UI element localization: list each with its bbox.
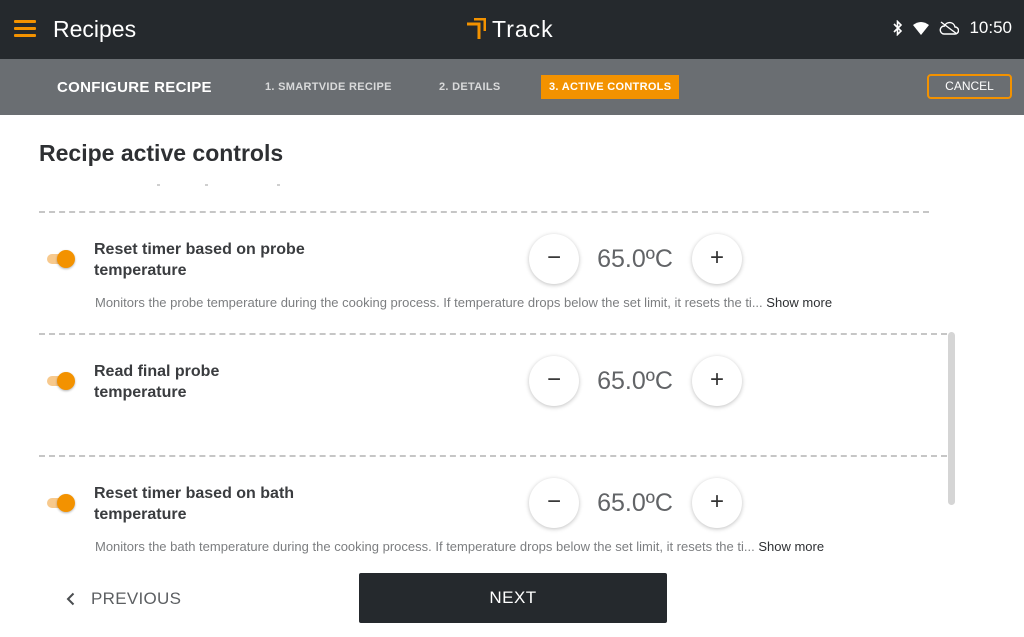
track-logo-icon <box>467 18 486 39</box>
decrease-button[interactable]: − <box>529 478 579 528</box>
step-active-controls[interactable]: 3. ACTIVE CONTROLS <box>541 75 680 99</box>
control-description: Monitors the bath temperature during the… <box>95 539 824 554</box>
control-title: Reset timer based on probe temperature <box>94 241 305 279</box>
divider <box>39 333 947 335</box>
increase-button[interactable]: + <box>692 356 742 406</box>
description-text: Monitors the probe temperature during th… <box>95 295 763 310</box>
control-title: Read final probe temperature <box>94 363 220 401</box>
next-button[interactable]: NEXT <box>359 573 667 623</box>
step-smartvide-recipe[interactable]: 1. SMARTVIDE RECIPE <box>257 75 400 99</box>
clock: 10:50 <box>969 18 1012 37</box>
show-more-link[interactable]: Show more <box>766 295 832 310</box>
step-bar: CONFIGURE RECIPE 1. SMARTVIDE RECIPE 2. … <box>0 59 1024 115</box>
previous-button[interactable]: PREVIOUS <box>66 586 181 612</box>
temperature-value: 65.0ºC <box>597 367 673 395</box>
toggle-read-final-probe[interactable] <box>47 371 77 391</box>
cloud-off-icon <box>940 21 960 35</box>
description-text: Monitors the bath temperature during the… <box>95 539 755 554</box>
show-more-link[interactable]: Show more <box>758 539 824 554</box>
step-details[interactable]: 2. DETAILS <box>431 75 508 99</box>
faint-divider-remnant <box>155 184 285 186</box>
temperature-value: 65.0ºC <box>597 245 673 273</box>
divider <box>39 211 929 213</box>
toggle-reset-timer-bath[interactable] <box>47 493 77 513</box>
increase-button[interactable]: + <box>692 234 742 284</box>
app-bar: Recipes Track 10:50 <box>0 0 1024 59</box>
toggle-reset-timer-probe[interactable] <box>47 249 77 269</box>
divider <box>39 455 947 457</box>
brand-name: Track <box>492 15 554 42</box>
decrease-button[interactable]: − <box>529 356 579 406</box>
temperature-value: 65.0ºC <box>597 489 673 517</box>
bluetooth-icon <box>893 20 903 36</box>
increase-button[interactable]: + <box>692 478 742 528</box>
menu-icon[interactable] <box>14 19 36 39</box>
cancel-button[interactable]: CANCEL <box>927 74 1012 99</box>
wifi-icon <box>913 21 930 35</box>
status-bar: 10:50 <box>893 18 1012 38</box>
previous-label: PREVIOUS <box>91 589 182 608</box>
decrease-button[interactable]: − <box>529 234 579 284</box>
page-title: Recipe active controls <box>39 140 284 166</box>
brand-logo: Track <box>466 14 554 44</box>
control-title: Reset timer based on bath temperature <box>94 485 295 523</box>
app-title: Recipes <box>53 16 137 42</box>
control-description: Monitors the probe temperature during th… <box>95 295 832 310</box>
step-bar-title: CONFIGURE RECIPE <box>57 79 212 96</box>
chevron-left-icon <box>66 592 75 606</box>
scrollbar[interactable] <box>948 332 955 505</box>
